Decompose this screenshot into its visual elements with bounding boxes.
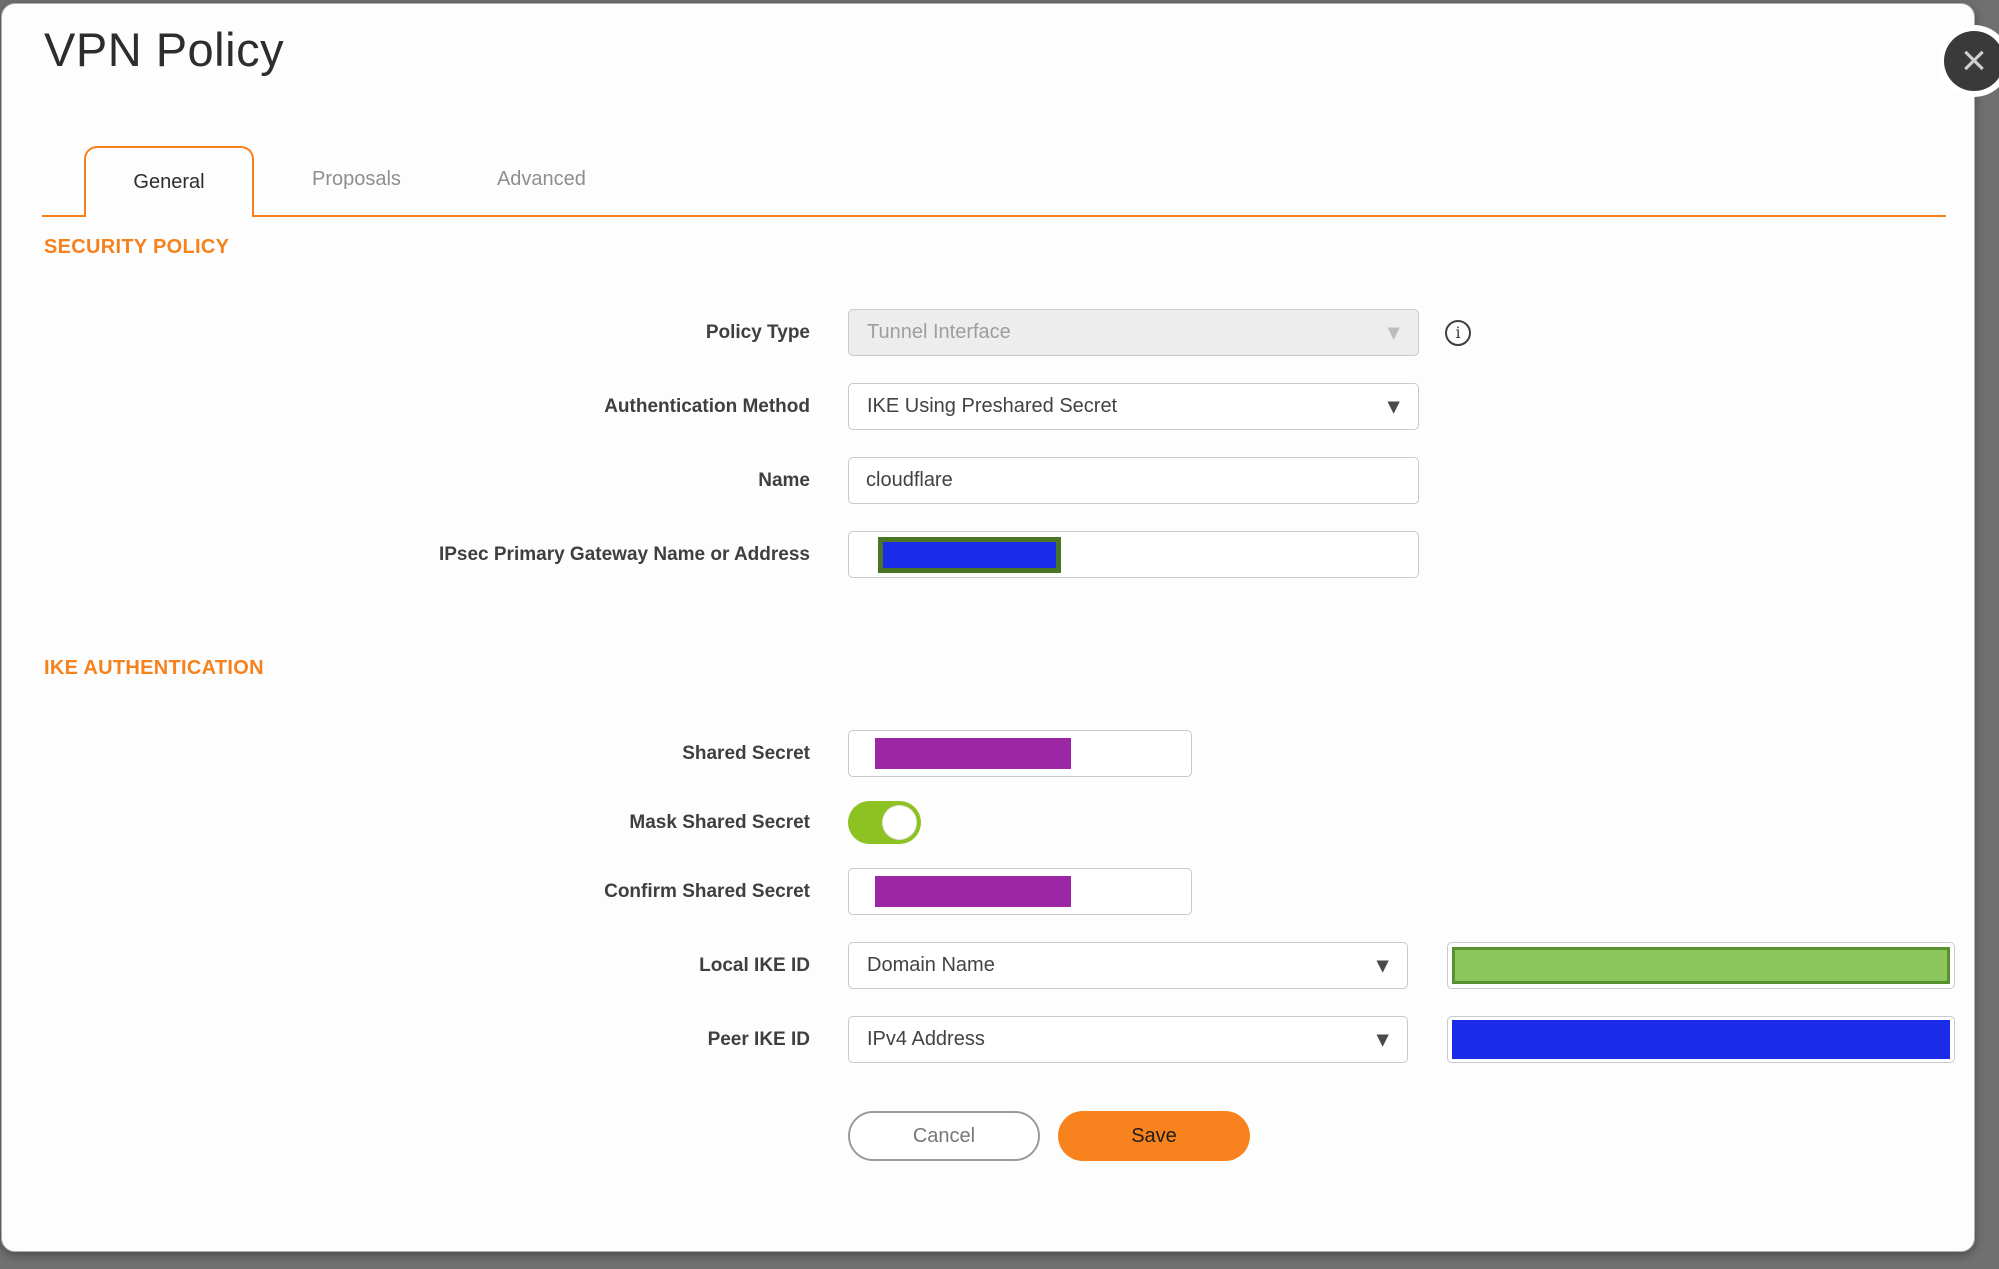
tab-general-label: General — [133, 171, 205, 193]
authentication-method-value: IKE Using Preshared Secret — [867, 395, 1118, 417]
tab-advanced-label: Advanced — [496, 168, 586, 190]
peer-ike-id-redaction-block — [1452, 1020, 1950, 1059]
save-button[interactable]: Save — [1058, 1111, 1250, 1161]
close-icon: × — [1961, 36, 1987, 85]
gateway-redaction-block — [878, 536, 1061, 573]
peer-ike-id-value-input[interactable] — [1447, 1016, 1955, 1063]
cancel-button-label: Cancel — [912, 1124, 976, 1147]
peer-ike-id-label: Peer IKE ID — [707, 1028, 810, 1050]
close-button[interactable]: × — [1944, 31, 1999, 91]
section-heading-ike-authentication: IKE AUTHENTICATION — [44, 657, 264, 679]
field-policy-type: Policy Type Tunnel Interface ▼ i — [2, 309, 1976, 356]
tab-bar: General Proposals Advanced — [42, 146, 1946, 217]
chevron-down-icon: ▼ — [1383, 321, 1404, 344]
field-ipsec-primary-gateway: IPsec Primary Gateway Name or Address — [2, 531, 1976, 578]
field-shared-secret: Shared Secret — [2, 730, 1976, 777]
authentication-method-label: Authentication Method — [604, 395, 810, 417]
field-mask-shared-secret: Mask Shared Secret — [2, 801, 1976, 844]
general-tab-content: SECURITY POLICY Policy Type Tunnel Inter… — [2, 235, 1976, 1161]
tab-proposals-label: Proposals — [312, 168, 401, 190]
chevron-down-icon: ▼ — [1372, 1028, 1393, 1051]
field-local-ike-id: Local IKE ID Domain Name ▼ — [2, 942, 1976, 989]
local-ike-id-type-value: Domain Name — [867, 954, 995, 976]
authentication-method-select[interactable]: IKE Using Preshared Secret ▼ — [848, 383, 1419, 430]
name-label: Name — [758, 469, 810, 491]
chevron-down-icon: ▼ — [1383, 395, 1404, 418]
shared-secret-input[interactable] — [848, 730, 1192, 777]
tab-proposals[interactable]: Proposals — [312, 168, 401, 191]
confirm-shared-secret-input[interactable] — [848, 868, 1192, 915]
ipsec-primary-gateway-label: IPsec Primary Gateway Name or Address — [438, 543, 810, 565]
policy-type-label: Policy Type — [705, 321, 810, 343]
local-ike-id-select[interactable]: Domain Name ▼ — [848, 942, 1408, 989]
field-peer-ike-id: Peer IKE ID IPv4 Address ▼ — [2, 1016, 1976, 1063]
page-title: VPN Policy — [44, 23, 285, 76]
section-heading-security-policy: SECURITY POLICY — [44, 236, 230, 258]
dialog-actions: Cancel Save — [2, 1111, 1976, 1161]
shared-secret-label: Shared Secret — [682, 742, 810, 764]
policy-type-info-icon[interactable]: i — [1445, 319, 1471, 346]
confirm-shared-secret-label: Confirm Shared Secret — [604, 880, 810, 902]
info-icon-glyph: i — [1455, 323, 1461, 342]
chevron-down-icon: ▼ — [1372, 954, 1393, 977]
field-name: Name — [2, 457, 1976, 504]
name-input[interactable] — [848, 457, 1419, 504]
field-authentication-method: Authentication Method IKE Using Preshare… — [2, 383, 1976, 430]
policy-type-select: Tunnel Interface ▼ — [848, 309, 1419, 356]
save-button-label: Save — [1131, 1124, 1177, 1147]
policy-type-value: Tunnel Interface — [867, 321, 1011, 343]
shared-secret-redaction-block — [875, 738, 1071, 769]
local-ike-id-label: Local IKE ID — [699, 954, 810, 976]
ipsec-primary-gateway-input[interactable] — [848, 531, 1419, 578]
tab-general[interactable]: General — [84, 146, 254, 217]
confirm-shared-secret-redaction-block — [875, 876, 1071, 907]
vpn-policy-dialog: VPN Policy General Proposals Advanced SE… — [1, 3, 1999, 1252]
peer-ike-id-select[interactable]: IPv4 Address ▼ — [848, 1016, 1408, 1063]
mask-shared-secret-label: Mask Shared Secret — [629, 811, 810, 833]
cancel-button[interactable]: Cancel — [848, 1111, 1040, 1161]
mask-shared-secret-toggle[interactable] — [848, 801, 921, 844]
toggle-knob — [882, 805, 917, 840]
local-ike-id-value-input[interactable] — [1447, 942, 1955, 989]
tab-advanced[interactable]: Advanced — [497, 168, 586, 191]
peer-ike-id-type-value: IPv4 Address — [867, 1028, 985, 1050]
local-ike-id-redaction-block — [1452, 947, 1950, 984]
field-confirm-shared-secret: Confirm Shared Secret — [2, 868, 1976, 915]
